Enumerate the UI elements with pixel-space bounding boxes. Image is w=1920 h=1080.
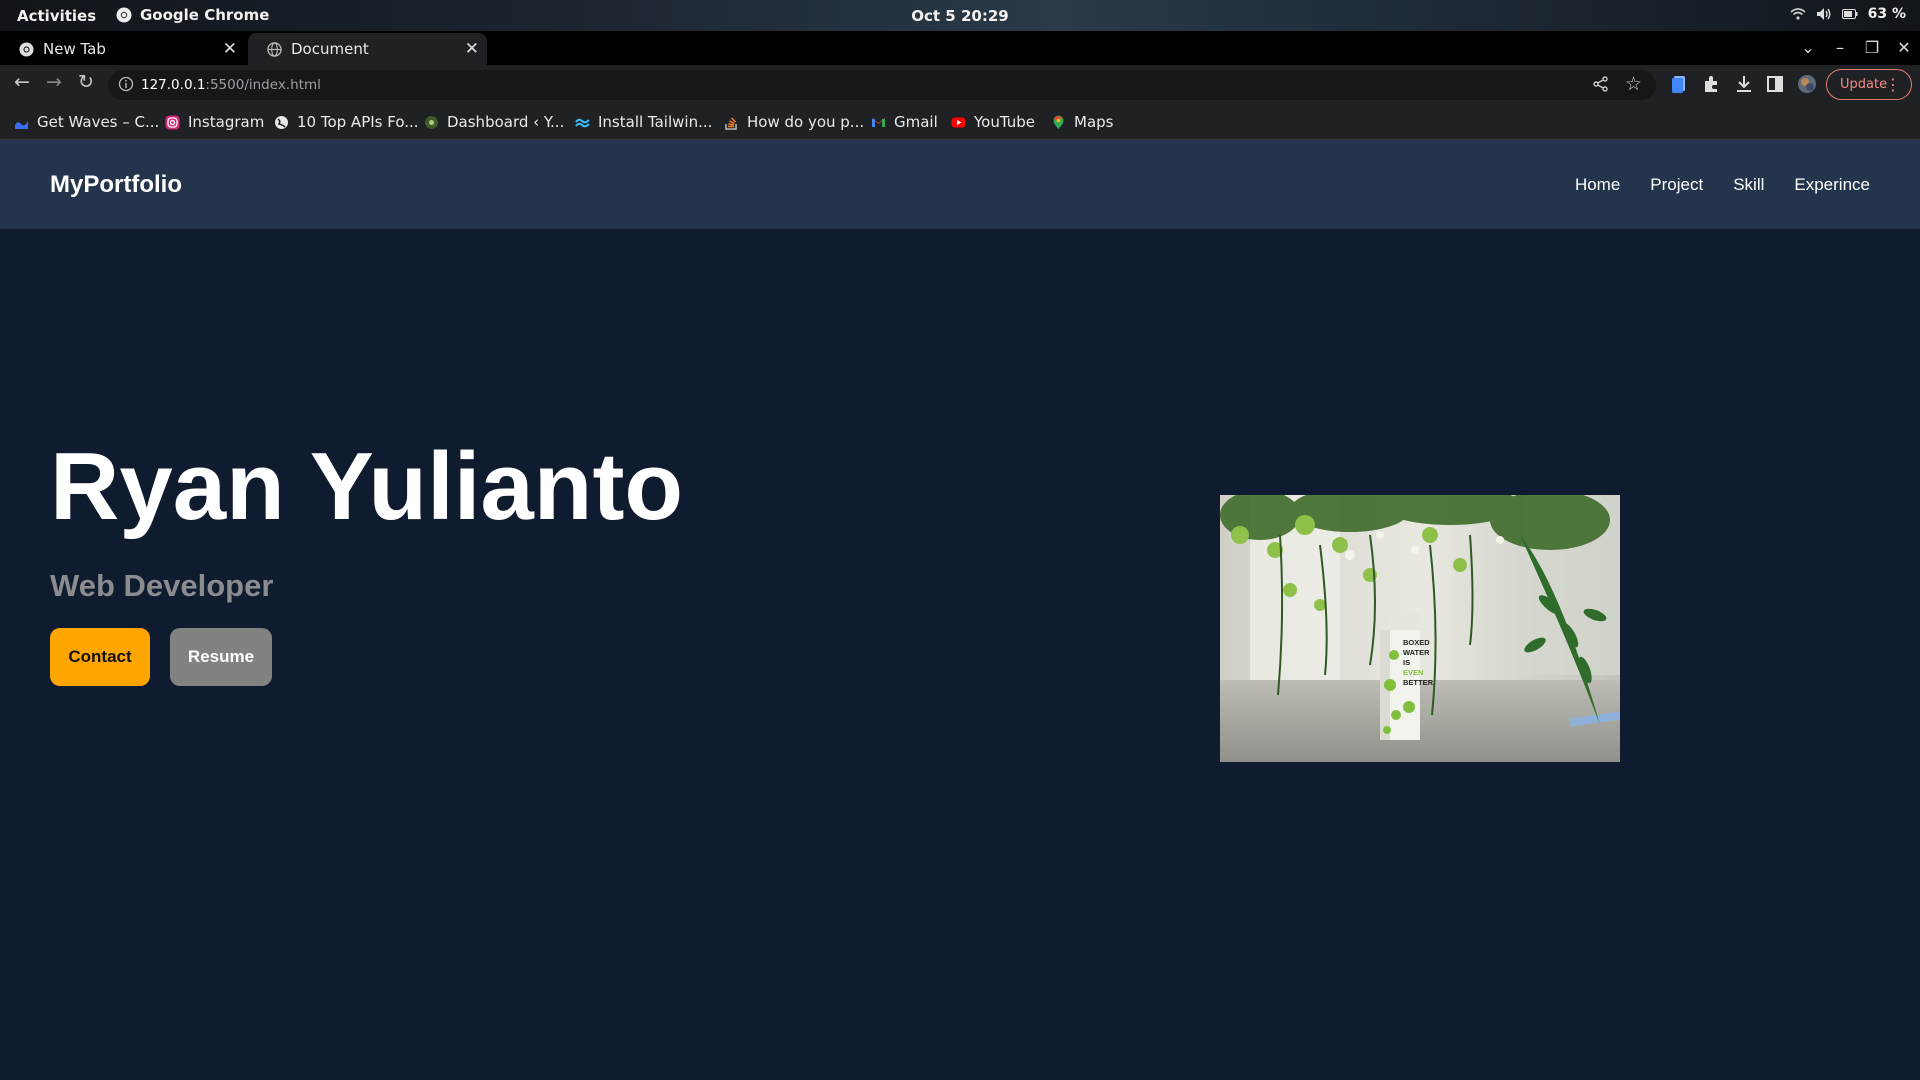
- tab-search-icon[interactable]: ⌄: [1792, 34, 1824, 64]
- bookmark-label: Dashboard ‹ Y...: [447, 113, 565, 131]
- instagram-icon: [165, 115, 180, 129]
- bookmark-item[interactable]: Gmail: [871, 112, 938, 132]
- download-icon[interactable]: [1733, 73, 1755, 95]
- bookmark-label: Gmail: [894, 113, 938, 131]
- minimize-icon[interactable]: –: [1824, 34, 1856, 64]
- browser-toolbar: ← → ↻ 127.0.0.1:5500/index.html ☆ Update…: [0, 65, 1920, 104]
- reload-icon[interactable]: ↻: [72, 71, 100, 99]
- nav-links: Home Project Skill Experince: [1575, 175, 1870, 195]
- tab-strip: New Tab ✕ Document ✕ +: [0, 31, 1920, 95]
- nav-link-skill[interactable]: Skill: [1733, 175, 1764, 195]
- nav-link-project[interactable]: Project: [1650, 175, 1703, 195]
- resume-button[interactable]: Resume: [170, 628, 272, 686]
- hero-subtitle: Web Developer: [50, 568, 274, 603]
- volume-icon: [1816, 8, 1831, 20]
- bookmark-label: 10 Top APIs Fo...: [297, 113, 419, 131]
- bookmark-label: How do you p...: [747, 113, 865, 131]
- tab-new-tab[interactable]: New Tab ✕: [0, 33, 245, 65]
- hero-title: Ryan Yulianto: [50, 433, 684, 540]
- extensions-puzzle-icon[interactable]: [1701, 73, 1723, 95]
- bookmark-item[interactable]: Install Tailwin...: [575, 112, 712, 132]
- bookmark-item[interactable]: Dashboard ‹ Y...: [424, 112, 564, 132]
- gmail-icon: [872, 117, 885, 127]
- svg-text:BETTER.: BETTER.: [1403, 678, 1435, 687]
- clock[interactable]: Oct 5 20:29: [0, 7, 1920, 25]
- restore-icon[interactable]: ❐: [1856, 34, 1888, 64]
- close-window-icon[interactable]: ✕: [1888, 34, 1920, 64]
- globe-icon: [275, 115, 288, 129]
- wifi-icon: [1790, 8, 1806, 20]
- share-icon[interactable]: [1592, 75, 1610, 93]
- bookmark-label: Maps: [1074, 113, 1114, 131]
- update-label: Update: [1840, 77, 1888, 92]
- maps-icon: [1053, 115, 1064, 129]
- globe-icon: [267, 42, 282, 57]
- chrome-icon: [19, 42, 34, 57]
- battery-icon: [1841, 9, 1858, 19]
- side-panel-icon[interactable]: [1764, 73, 1786, 95]
- window-controls: ⌄ – ❐ ✕: [1792, 34, 1920, 64]
- update-button[interactable]: Update ⋮: [1826, 69, 1912, 100]
- boxed-water-photo: BOXED WATER IS EVEN BETTER.: [1220, 495, 1620, 762]
- waves-icon: [15, 120, 28, 129]
- bookmark-item[interactable]: Get Waves – C...: [14, 112, 159, 132]
- svg-text:IS: IS: [1403, 658, 1410, 667]
- svg-text:WATER: WATER: [1403, 648, 1430, 657]
- site-info-icon[interactable]: [118, 76, 134, 92]
- bookmark-item[interactable]: How do you p...: [724, 112, 864, 132]
- extension-docs-icon[interactable]: [1669, 73, 1691, 95]
- back-icon[interactable]: ←: [8, 71, 36, 99]
- menu-kebab-icon[interactable]: ⋮: [1885, 75, 1901, 94]
- system-tray[interactable]: 63 %: [1790, 6, 1906, 22]
- bookmark-item[interactable]: YouTube: [951, 112, 1035, 132]
- system-top-bar: Activities Google Chrome Oct 5 20:29 63 …: [0, 0, 1920, 31]
- url-path: :5500/index.html: [205, 77, 321, 93]
- close-tab-icon[interactable]: ✕: [465, 39, 479, 59]
- site-logo[interactable]: MyPortfolio: [50, 171, 182, 199]
- web-page: MyPortfolio Home Project Skill Experince…: [0, 140, 1920, 1080]
- nav-link-experience[interactable]: Experince: [1794, 175, 1870, 195]
- profile-avatar-icon[interactable]: [1796, 73, 1818, 95]
- hero-image: BOXED WATER IS EVEN BETTER.: [1220, 495, 1620, 762]
- stackoverflow-icon: [725, 116, 737, 130]
- bookmark-item[interactable]: Instagram: [165, 112, 264, 132]
- url-text: 127.0.0.1:5500/index.html: [141, 77, 321, 93]
- url-host: 127.0.0.1: [141, 77, 206, 93]
- nav-link-home[interactable]: Home: [1575, 175, 1620, 195]
- dashboard-icon: [425, 115, 438, 129]
- bookmark-label: Get Waves – C...: [37, 113, 160, 131]
- battery-percent: 63 %: [1867, 6, 1906, 22]
- site-navbar: MyPortfolio Home Project Skill Experince: [0, 140, 1920, 229]
- forward-icon[interactable]: →: [40, 71, 68, 99]
- bookmark-star-icon[interactable]: ☆: [1625, 73, 1642, 95]
- svg-text:EVEN: EVEN: [1403, 668, 1423, 677]
- bookmark-label: YouTube: [974, 113, 1035, 131]
- bookmark-label: Install Tailwin...: [598, 113, 713, 131]
- bookmarks-bar: Get Waves – C... Instagram 10 Top APIs F…: [0, 104, 1920, 140]
- tab-document[interactable]: Document ✕: [248, 33, 487, 65]
- svg-text:BOXED: BOXED: [1403, 638, 1430, 647]
- tab-title: New Tab: [43, 40, 106, 58]
- address-bar[interactable]: 127.0.0.1:5500/index.html ☆: [108, 70, 1656, 100]
- bookmark-item[interactable]: 10 Top APIs Fo...: [274, 112, 419, 132]
- bookmark-label: Instagram: [188, 113, 265, 131]
- youtube-icon: [951, 117, 966, 127]
- close-tab-icon[interactable]: ✕: [223, 39, 237, 59]
- bookmark-item[interactable]: Maps: [1051, 112, 1113, 132]
- contact-button[interactable]: Contact: [50, 628, 150, 686]
- tab-title: Document: [291, 40, 369, 58]
- tailwind-icon: [575, 118, 590, 127]
